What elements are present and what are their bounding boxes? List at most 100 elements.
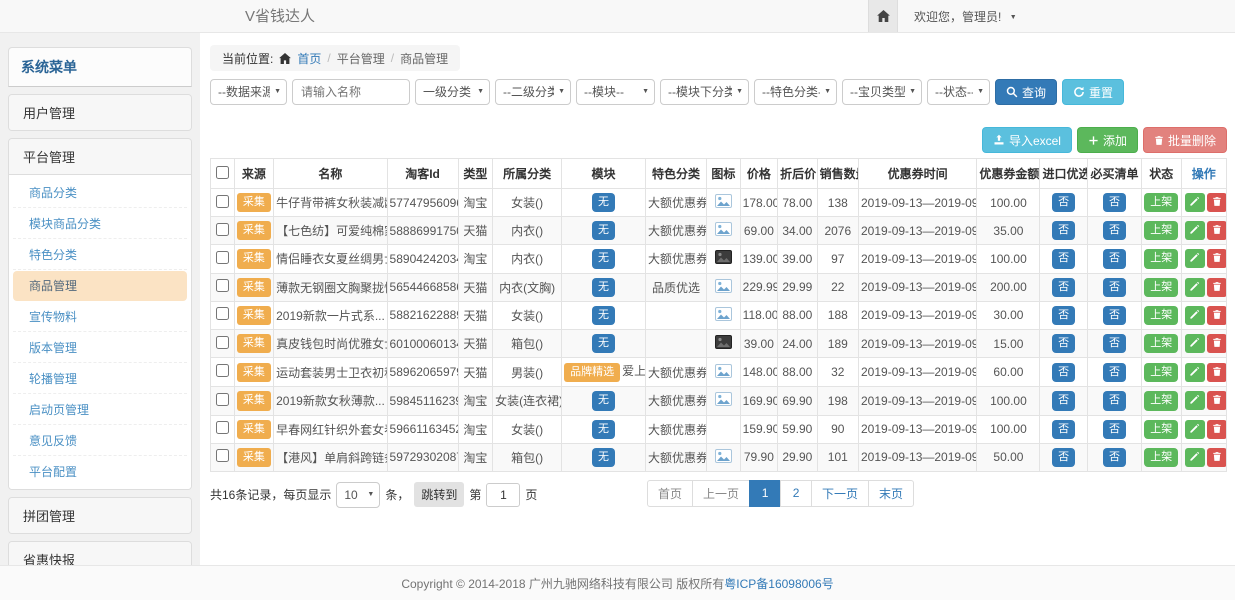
- edit-button[interactable]: [1185, 249, 1205, 268]
- row-checkbox[interactable]: [216, 279, 229, 292]
- imported-toggle[interactable]: 否: [1052, 249, 1075, 268]
- row-checkbox[interactable]: [216, 421, 229, 434]
- sidebar-item-启动页管理[interactable]: 启动页管理: [13, 395, 187, 425]
- module-sub-category-select[interactable]: --模块下分类--: [660, 79, 749, 105]
- add-button[interactable]: 添加: [1077, 127, 1138, 153]
- status-toggle[interactable]: 上架: [1144, 334, 1178, 353]
- delete-button[interactable]: [1207, 221, 1227, 240]
- edit-button[interactable]: [1185, 363, 1205, 382]
- batch-delete-button[interactable]: 批量删除: [1143, 127, 1227, 153]
- imported-toggle[interactable]: 否: [1052, 334, 1075, 353]
- row-checkbox[interactable]: [216, 251, 229, 264]
- status-toggle[interactable]: 上架: [1144, 363, 1178, 382]
- sidebar-item-商品管理[interactable]: 商品管理: [13, 271, 187, 301]
- status-toggle[interactable]: 上架: [1144, 420, 1178, 439]
- must-buy-toggle[interactable]: 否: [1103, 193, 1126, 212]
- sidebar-item-商品分类[interactable]: 商品分类: [13, 178, 187, 208]
- edit-button[interactable]: [1185, 391, 1205, 410]
- delete-button[interactable]: [1207, 306, 1227, 325]
- edit-button[interactable]: [1185, 420, 1205, 439]
- per-page-select[interactable]: 10: [336, 482, 380, 508]
- home-button[interactable]: [868, 0, 898, 32]
- imported-toggle[interactable]: 否: [1052, 221, 1075, 240]
- status-toggle[interactable]: 上架: [1144, 278, 1178, 297]
- row-checkbox[interactable]: [216, 307, 229, 320]
- must-buy-toggle[interactable]: 否: [1103, 391, 1126, 410]
- reset-button[interactable]: 重置: [1062, 79, 1124, 105]
- user-menu[interactable]: 欢迎您，管理员!: [914, 8, 1017, 25]
- delete-button[interactable]: [1207, 391, 1227, 410]
- feature-category-select[interactable]: --特色分类--: [754, 79, 837, 105]
- imported-toggle[interactable]: 否: [1052, 363, 1075, 382]
- must-buy-toggle[interactable]: 否: [1103, 221, 1126, 240]
- edit-button[interactable]: [1185, 193, 1205, 212]
- row-checkbox[interactable]: [216, 364, 229, 377]
- imported-toggle[interactable]: 否: [1052, 448, 1075, 467]
- pager-button-上一页[interactable]: 上一页: [692, 480, 750, 507]
- row-checkbox[interactable]: [216, 393, 229, 406]
- status-toggle[interactable]: 上架: [1144, 306, 1178, 325]
- sidebar-item-特色分类[interactable]: 特色分类: [13, 240, 187, 270]
- breadcrumb-home-link[interactable]: 首页: [297, 50, 321, 67]
- row-checkbox[interactable]: [216, 223, 229, 236]
- sidebar-item-轮播管理[interactable]: 轮播管理: [13, 364, 187, 394]
- pager-button-1[interactable]: 1: [749, 480, 781, 507]
- item-type-select[interactable]: --宝贝类型--: [842, 79, 922, 105]
- must-buy-toggle[interactable]: 否: [1103, 334, 1126, 353]
- status-toggle[interactable]: 上架: [1144, 221, 1178, 240]
- row-checkbox[interactable]: [216, 195, 229, 208]
- must-buy-toggle[interactable]: 否: [1103, 306, 1126, 325]
- imported-toggle[interactable]: 否: [1052, 278, 1075, 297]
- sidebar-group-拼团管理[interactable]: 拼团管理: [9, 498, 191, 533]
- import-excel-button[interactable]: 导入excel: [982, 127, 1072, 153]
- jump-button[interactable]: 跳转到: [414, 482, 464, 507]
- edit-button[interactable]: [1185, 278, 1205, 297]
- pager-button-2[interactable]: 2: [780, 480, 812, 507]
- module-select[interactable]: --模块--: [576, 79, 655, 105]
- edit-button[interactable]: [1185, 306, 1205, 325]
- imported-toggle[interactable]: 否: [1052, 391, 1075, 410]
- delete-button[interactable]: [1207, 249, 1227, 268]
- status-toggle[interactable]: 上架: [1144, 391, 1178, 410]
- must-buy-toggle[interactable]: 否: [1103, 249, 1126, 268]
- pager-button-首页[interactable]: 首页: [647, 480, 693, 507]
- sidebar-item-平台配置[interactable]: 平台配置: [13, 457, 187, 486]
- status-toggle[interactable]: 上架: [1144, 249, 1178, 268]
- must-buy-toggle[interactable]: 否: [1103, 363, 1126, 382]
- edit-button[interactable]: [1185, 334, 1205, 353]
- sidebar-group-平台管理[interactable]: 平台管理: [9, 139, 191, 174]
- row-checkbox[interactable]: [216, 449, 229, 462]
- pager-button-下一页[interactable]: 下一页: [811, 480, 869, 507]
- delete-button[interactable]: [1207, 363, 1227, 382]
- edit-button[interactable]: [1185, 221, 1205, 240]
- icp-link[interactable]: 粤ICP备16098006号: [724, 575, 833, 592]
- sidebar-group-用户管理[interactable]: 用户管理: [9, 95, 191, 130]
- delete-button[interactable]: [1207, 420, 1227, 439]
- select-all-checkbox[interactable]: [216, 166, 229, 179]
- name-search-input[interactable]: [292, 79, 410, 105]
- delete-button[interactable]: [1207, 193, 1227, 212]
- imported-toggle[interactable]: 否: [1052, 193, 1075, 212]
- delete-button[interactable]: [1207, 278, 1227, 297]
- level2-category-select[interactable]: --二级分类--: [495, 79, 571, 105]
- sidebar-item-版本管理[interactable]: 版本管理: [13, 333, 187, 363]
- sidebar-item-模块商品分类[interactable]: 模块商品分类: [13, 209, 187, 239]
- search-button[interactable]: 查询: [995, 79, 1057, 105]
- must-buy-toggle[interactable]: 否: [1103, 448, 1126, 467]
- pager-button-末页[interactable]: 末页: [868, 480, 914, 507]
- must-buy-toggle[interactable]: 否: [1103, 278, 1126, 297]
- delete-button[interactable]: [1207, 334, 1227, 353]
- sidebar-item-宣传物料[interactable]: 宣传物料: [13, 302, 187, 332]
- delete-button[interactable]: [1207, 448, 1227, 467]
- must-buy-toggle[interactable]: 否: [1103, 420, 1126, 439]
- sidebar-group-省惠快报[interactable]: 省惠快报: [9, 542, 191, 565]
- imported-toggle[interactable]: 否: [1052, 420, 1075, 439]
- imported-toggle[interactable]: 否: [1052, 306, 1075, 325]
- data-source-select[interactable]: --数据来源--: [210, 79, 287, 105]
- status-select[interactable]: --状态--: [927, 79, 990, 105]
- edit-button[interactable]: [1185, 448, 1205, 467]
- row-checkbox[interactable]: [216, 336, 229, 349]
- sidebar-item-意见反馈[interactable]: 意见反馈: [13, 426, 187, 456]
- status-toggle[interactable]: 上架: [1144, 193, 1178, 212]
- jump-page-input[interactable]: [486, 483, 520, 507]
